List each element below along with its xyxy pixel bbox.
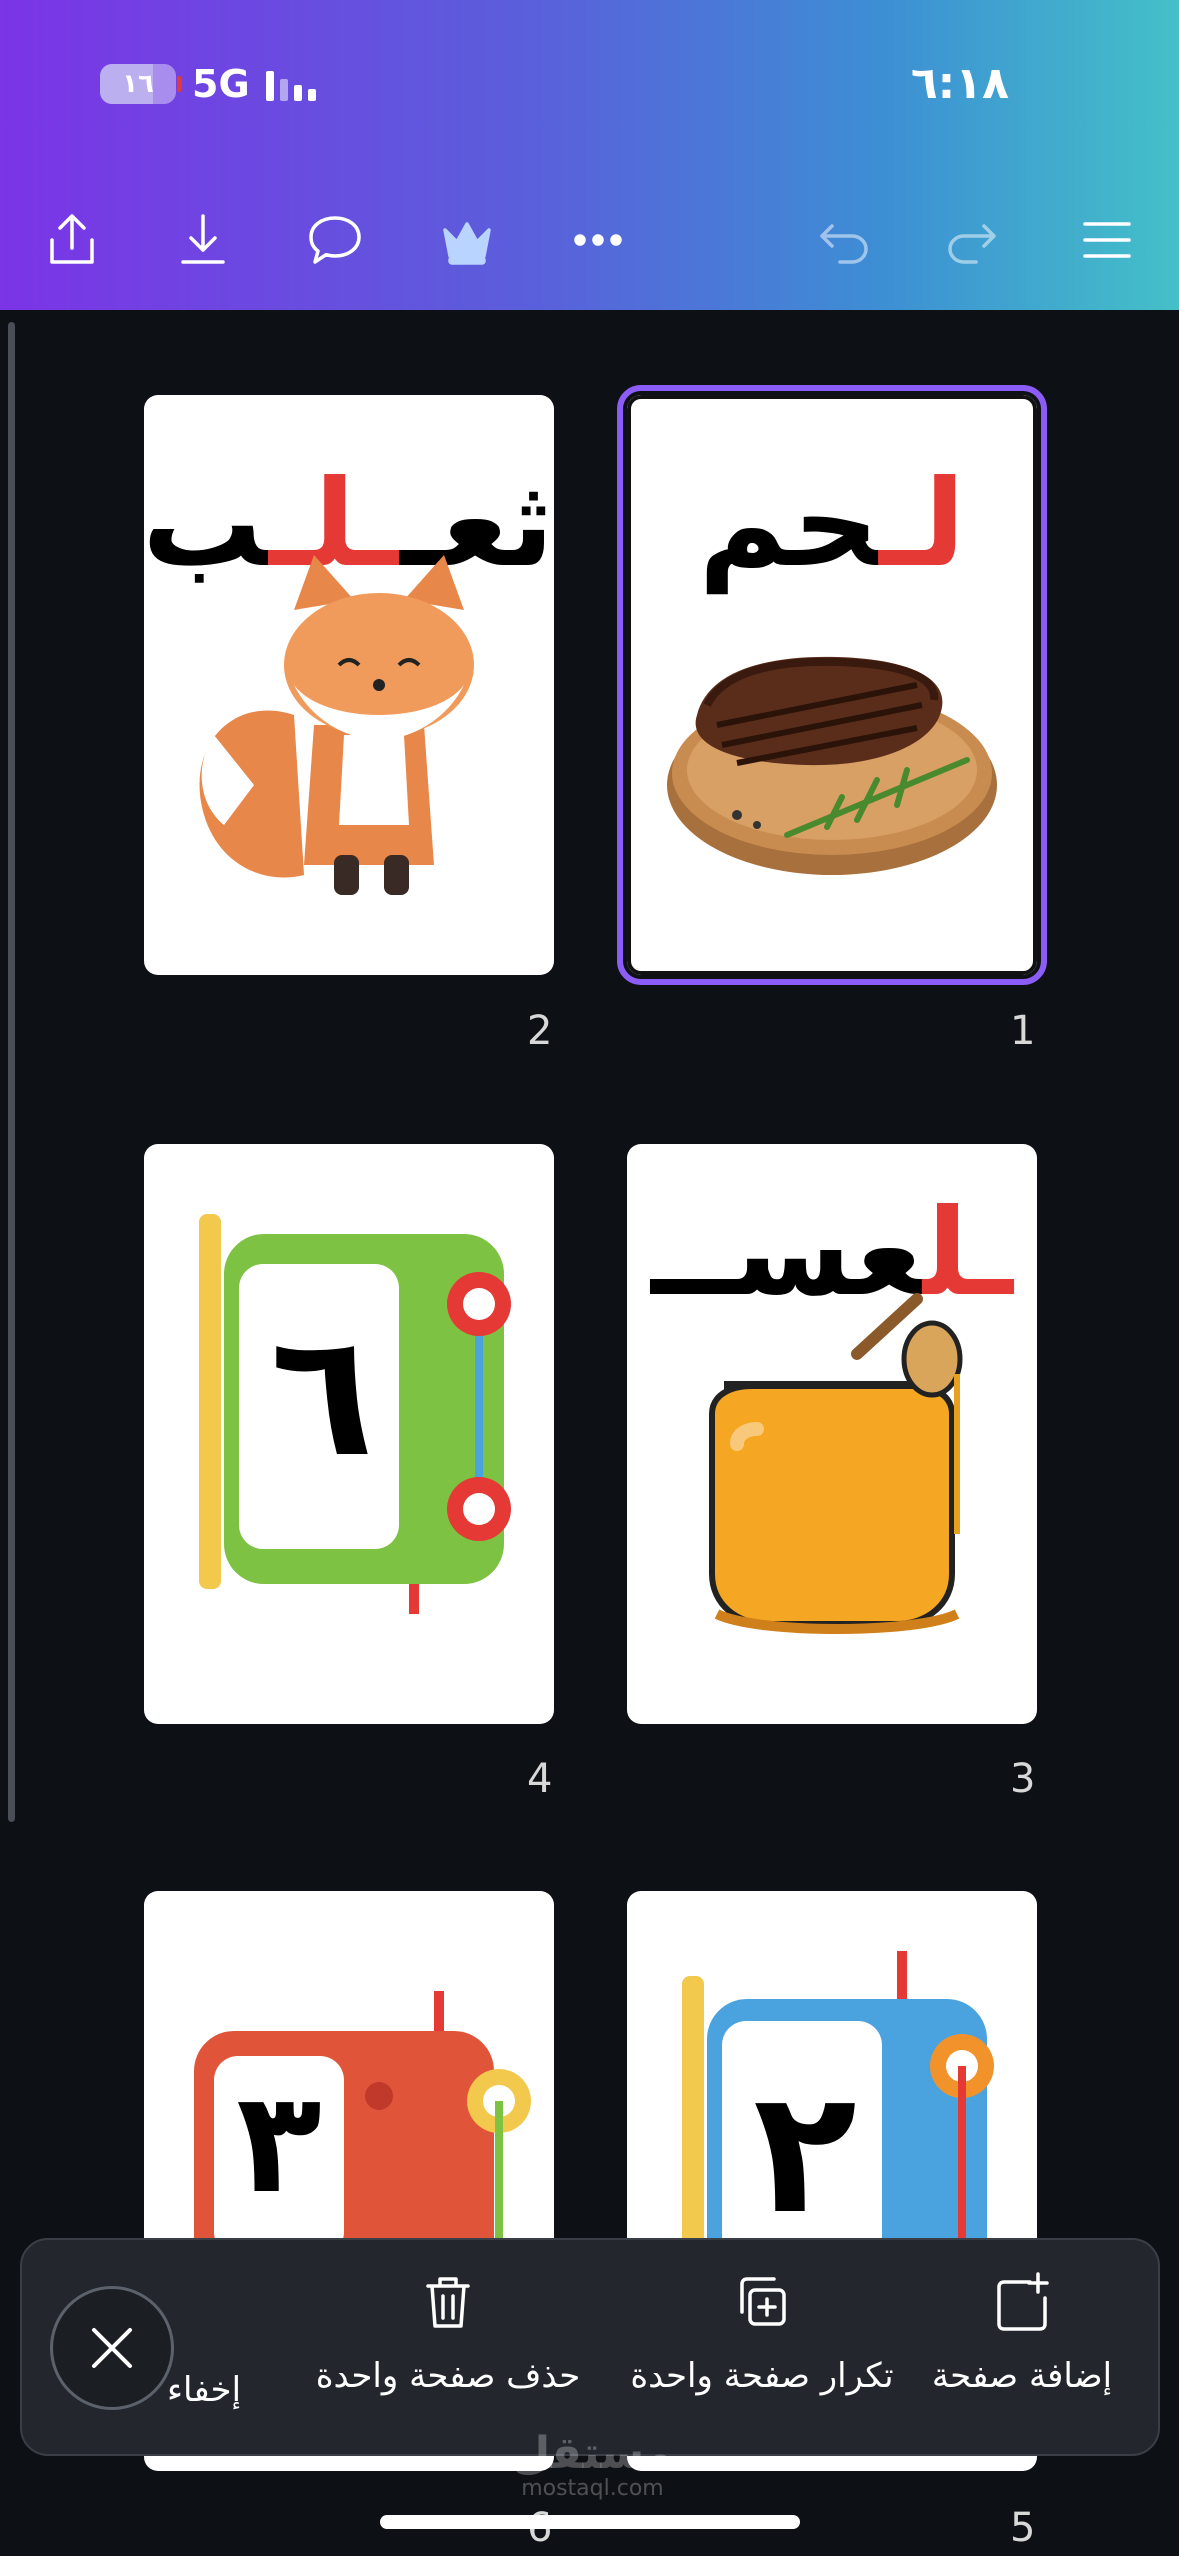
- page-thumbnail-1[interactable]: لـحم: [617, 385, 1047, 985]
- share-icon[interactable]: [32, 200, 112, 280]
- page-glyph: ٦: [270, 1297, 374, 1495]
- page-number: 3: [1010, 1756, 1036, 1802]
- page-thumbnail-2[interactable]: ثعــلـب: [144, 395, 554, 975]
- scrollbar[interactable]: [8, 322, 15, 1822]
- page-glyph: ٢: [753, 2054, 857, 2252]
- add-page-icon: [997, 2272, 1049, 2331]
- duplicate-page-label: تكرار صفحة واحدة: [630, 2356, 894, 2396]
- delete-page-label: حذف صفحة واحدة: [315, 2356, 581, 2396]
- battery-icon: ١٦: [100, 64, 182, 104]
- duplicate-icon: [740, 2277, 786, 2326]
- comment-icon[interactable]: [295, 200, 375, 280]
- honey-jar-image: [709, 1293, 963, 1634]
- fox-image: [199, 555, 474, 895]
- page-number: 5: [1010, 2505, 1036, 2551]
- page-glyph: ٣: [236, 2062, 321, 2225]
- download-icon[interactable]: [163, 200, 243, 280]
- page-actions-bar: إخفاء حذف صفحة واحدة تكرار صفحة واحدة إض…: [20, 2238, 1160, 2456]
- close-button[interactable]: [50, 2286, 174, 2410]
- page-thumbnail-3[interactable]: ـلعســ: [627, 1144, 1037, 1724]
- page-number: 4: [527, 1756, 553, 1802]
- status-time: ٦:١٨: [910, 58, 1009, 109]
- menu-icon[interactable]: [1067, 200, 1147, 280]
- redo-icon[interactable]: [932, 200, 1012, 280]
- crown-icon[interactable]: [427, 200, 507, 280]
- page-number: 2: [527, 1008, 553, 1054]
- add-page-button[interactable]: إضافة صفحة: [902, 2270, 1142, 2396]
- trash-icon: [426, 2277, 470, 2328]
- green-frame-image: ٦: [199, 1214, 511, 1614]
- editor-toolbar: [0, 200, 1179, 280]
- steak-image: [667, 656, 997, 875]
- watermark-logo: مستقل mostaql.com: [512, 2428, 673, 2502]
- header: ١٦ 5G ٦:١٨: [0, 0, 1179, 310]
- hide-button[interactable]: إخفاء: [167, 2370, 241, 2410]
- status-indicators: ١٦ 5G: [100, 62, 316, 106]
- page-thumbnail-4[interactable]: ٦: [144, 1144, 554, 1724]
- page-number: 1: [1010, 1008, 1036, 1054]
- more-icon[interactable]: [558, 200, 638, 280]
- network-label: 5G: [192, 62, 250, 106]
- delete-page-button[interactable]: حذف صفحة واحدة: [298, 2270, 598, 2396]
- signal-icon: [265, 67, 316, 101]
- duplicate-page-button[interactable]: تكرار صفحة واحدة: [612, 2270, 912, 2396]
- undo-icon[interactable]: [804, 200, 884, 280]
- close-icon: [92, 2328, 132, 2368]
- add-page-label: إضافة صفحة: [931, 2356, 1113, 2396]
- home-indicator[interactable]: [380, 2515, 800, 2529]
